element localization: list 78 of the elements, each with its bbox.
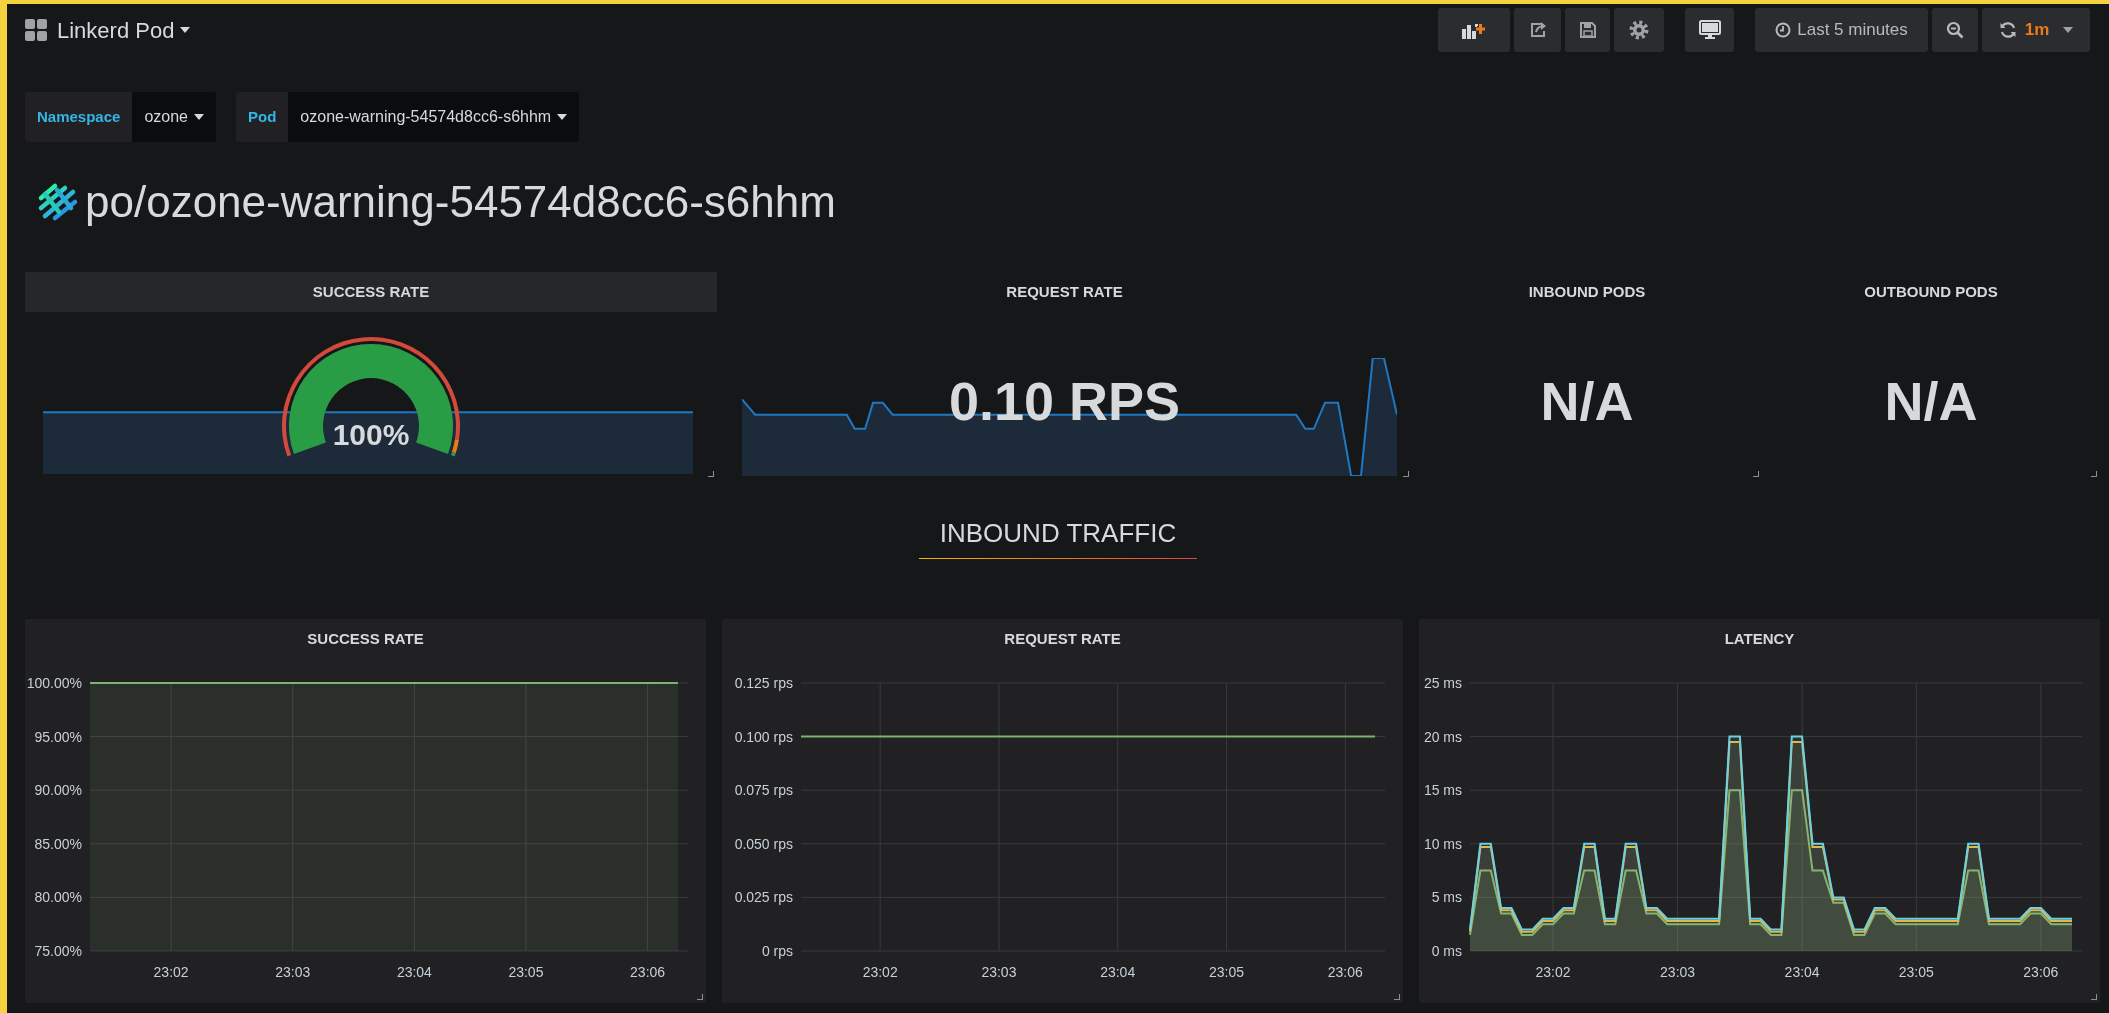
save-icon	[1578, 21, 1597, 39]
y-axis-label: 75.00%	[34, 943, 82, 959]
panel-title: REQUEST RATE	[1005, 281, 1124, 302]
caret-icon	[180, 27, 191, 33]
row-title[interactable]: INBOUND TRAFFIC	[929, 520, 1187, 558]
y-axis-label: 0.125 rps	[734, 675, 793, 691]
panel-title: SUCCESS RATE	[306, 628, 425, 649]
stat-value: N/A	[1539, 374, 1635, 428]
dashboard-heading: po/ozone-warning-54574d8cc6-s6hhm	[85, 180, 836, 224]
gear-button[interactable]	[1614, 8, 1664, 52]
caret-icon	[2063, 27, 2074, 33]
x-axis-label: 23:06	[1327, 964, 1363, 980]
resize-handle[interactable]	[1394, 994, 1400, 1000]
resize-handle[interactable]	[697, 994, 703, 1000]
panel-title: REQUEST RATE	[1003, 628, 1122, 649]
x-axis-label: 23:05	[1898, 964, 1934, 980]
resize-handle[interactable]	[2091, 471, 2097, 477]
y-axis-label: 90.00%	[34, 782, 82, 799]
x-axis-label: 23:06	[2023, 964, 2059, 980]
variable-label: Namespace	[25, 92, 133, 142]
x-axis-label: 23:02	[862, 964, 898, 980]
refresh-icon	[1998, 21, 2017, 39]
monitor-button[interactable]	[1685, 8, 1734, 52]
y-axis-label: 0.100 rps	[734, 728, 793, 745]
y-axis-label: 95.00%	[34, 728, 82, 745]
time-range-button[interactable]: Last 5 minutes	[1755, 8, 1928, 52]
gear-icon	[1629, 20, 1649, 40]
caret-icon	[557, 114, 568, 120]
y-axis-label: 10 ms	[1423, 835, 1462, 852]
gauge-value: 100%	[332, 420, 410, 450]
add-panel-button[interactable]	[1438, 8, 1510, 52]
y-axis-label: 0.025 rps	[734, 889, 793, 906]
clock-icon	[1775, 22, 1792, 38]
variable-label: Pod	[236, 92, 289, 142]
stat-value: N/A	[1883, 374, 1979, 428]
x-axis-label: 23:02	[153, 964, 189, 980]
y-axis-label: 0.075 rps	[734, 782, 793, 799]
y-axis-label: 25 ms	[1423, 675, 1462, 691]
refresh-interval-button[interactable]: 1m	[1982, 8, 2090, 52]
dashboard-grid-icon	[25, 19, 47, 41]
panel-title: OUTBOUND PODS	[1863, 281, 1999, 302]
share-button[interactable]	[1514, 8, 1561, 52]
zoom-out-icon	[1946, 21, 1964, 39]
y-axis-label: 0 ms	[1431, 943, 1462, 959]
caret-icon	[194, 114, 204, 120]
y-axis-label: 0.050 rps	[734, 835, 793, 852]
x-axis-label: 23:02	[1535, 964, 1571, 980]
variable-dropdown[interactable]: ozone-warning-54574d8cc6-s6hhm	[288, 92, 580, 142]
resize-handle[interactable]	[1403, 471, 1409, 477]
panel-title: INBOUND PODS	[1527, 281, 1647, 302]
x-axis-label: 23:03	[1660, 964, 1696, 980]
resize-handle[interactable]	[1753, 471, 1759, 477]
x-axis-label: 23:06	[630, 964, 666, 980]
dashboard-title-button[interactable]: Linkerd Pod	[57, 13, 191, 47]
monitor-icon	[1698, 20, 1721, 40]
resize-handle[interactable]	[2091, 994, 2097, 1000]
x-axis-label: 23:05	[1209, 964, 1245, 980]
y-axis-label: 15 ms	[1423, 782, 1462, 799]
x-axis-label: 23:03	[981, 964, 1017, 980]
x-axis-label: 23:04	[1100, 964, 1136, 980]
y-axis-label: 85.00%	[34, 835, 82, 852]
add-panel-icon	[1462, 21, 1486, 39]
y-axis-label: 0 rps	[761, 943, 793, 959]
panel-title: LATENCY	[1723, 628, 1796, 649]
panel-title: SUCCESS RATE	[25, 272, 717, 312]
x-axis-label: 23:05	[508, 964, 544, 980]
y-axis-label: 5 ms	[1431, 889, 1462, 906]
y-axis-label: 80.00%	[34, 889, 82, 906]
zoom-out-button[interactable]	[1932, 8, 1978, 52]
save-button[interactable]	[1565, 8, 1610, 52]
y-axis-label: 100.00%	[26, 675, 82, 691]
y-axis-label: 20 ms	[1423, 728, 1462, 745]
share-icon	[1528, 21, 1547, 39]
variable-dropdown[interactable]: ozone	[132, 92, 216, 142]
x-axis-label: 23:04	[396, 964, 432, 980]
x-axis-label: 23:03	[275, 964, 311, 980]
x-axis-label: 23:04	[1784, 964, 1820, 980]
resize-handle[interactable]	[708, 471, 714, 477]
